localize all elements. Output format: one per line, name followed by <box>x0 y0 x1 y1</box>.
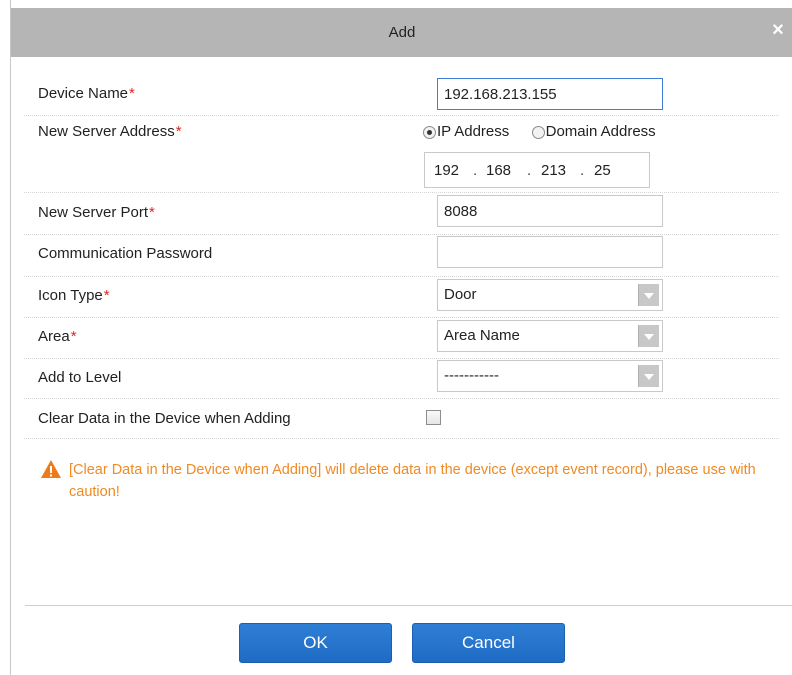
form-row-comm-password: Communication Password <box>24 234 779 277</box>
warning-triangle-icon <box>41 460 61 478</box>
required-mark: * <box>103 287 110 304</box>
area-label: Area* <box>38 328 77 345</box>
ip-octet-4[interactable]: 25 <box>594 162 611 179</box>
domain-address-radio-label: Domain Address <box>545 123 656 140</box>
required-mark: * <box>175 123 182 140</box>
server-port-label: New Server Port* <box>38 204 155 221</box>
ip-octet-2[interactable]: 168 <box>486 162 511 179</box>
add-to-level-label: Add to Level <box>38 369 122 386</box>
form-row-server-address: New Server Address* <box>24 115 779 193</box>
add-to-level-value: ----------- <box>444 367 499 384</box>
dialog-titlebar: Add × <box>11 8 792 57</box>
ip-separator: . <box>473 162 478 179</box>
required-mark: * <box>129 85 135 102</box>
form-row-area: Area* Area Name <box>24 317 779 359</box>
domain-address-radio[interactable]: Domain Address <box>531 123 656 140</box>
add-to-level-select[interactable]: ----------- <box>437 360 663 392</box>
footer-divider <box>25 605 792 606</box>
radio-unselected-icon <box>531 125 545 139</box>
server-ip-input[interactable]: 192 . 168 . 213 . 25 <box>424 152 650 188</box>
ok-button[interactable]: OK <box>239 623 392 663</box>
chevron-down-icon[interactable] <box>638 284 659 306</box>
icon-type-select[interactable]: Door <box>437 279 663 311</box>
server-port-input[interactable] <box>437 195 663 227</box>
device-name-label: Device Name* <box>38 85 135 102</box>
chevron-down-icon[interactable] <box>638 365 659 387</box>
ip-octet-1[interactable]: 192 <box>434 162 459 179</box>
comm-password-label: Communication Password <box>38 245 213 262</box>
form-row-server-port: New Server Port* <box>24 192 779 235</box>
form-row-icon-type: Icon Type* Door <box>24 276 779 318</box>
required-mark: * <box>149 204 155 221</box>
add-device-dialog: Add × Device Name* New Server Address* I… <box>10 0 792 675</box>
ip-address-radio[interactable]: IP Address <box>423 123 509 140</box>
server-address-label: New Server Address* <box>38 123 182 140</box>
form-row-device-name: Device Name* <box>24 77 779 116</box>
ip-separator: . <box>580 162 585 179</box>
device-name-input[interactable] <box>437 78 663 110</box>
chevron-down-icon[interactable] <box>638 325 659 347</box>
area-select[interactable]: Area Name <box>437 320 663 352</box>
radio-selected-icon <box>423 125 436 139</box>
icon-type-value: Door <box>444 286 477 303</box>
cancel-button[interactable]: Cancel <box>412 623 565 663</box>
required-mark: * <box>70 328 77 345</box>
ip-separator: . <box>527 162 532 179</box>
comm-password-input[interactable] <box>437 236 663 268</box>
area-value: Area Name <box>444 327 520 344</box>
clear-data-label: Clear Data in the Device when Adding <box>38 410 291 427</box>
close-icon[interactable]: × <box>769 20 787 40</box>
ip-octet-3[interactable]: 213 <box>541 162 566 179</box>
clear-data-warning-text: [Clear Data in the Device when Adding] w… <box>69 462 756 500</box>
ip-address-radio-label: IP Address <box>437 123 510 140</box>
dialog-title: Add <box>388 24 416 41</box>
clear-data-checkbox[interactable] <box>426 410 441 425</box>
icon-type-label: Icon Type* <box>38 287 110 304</box>
server-address-type-radio-group: IP Address Domain Address <box>423 123 656 140</box>
form-row-clear-data: Clear Data in the Device when Adding <box>24 398 779 439</box>
form-row-add-to-level: Add to Level ----------- <box>24 358 779 399</box>
